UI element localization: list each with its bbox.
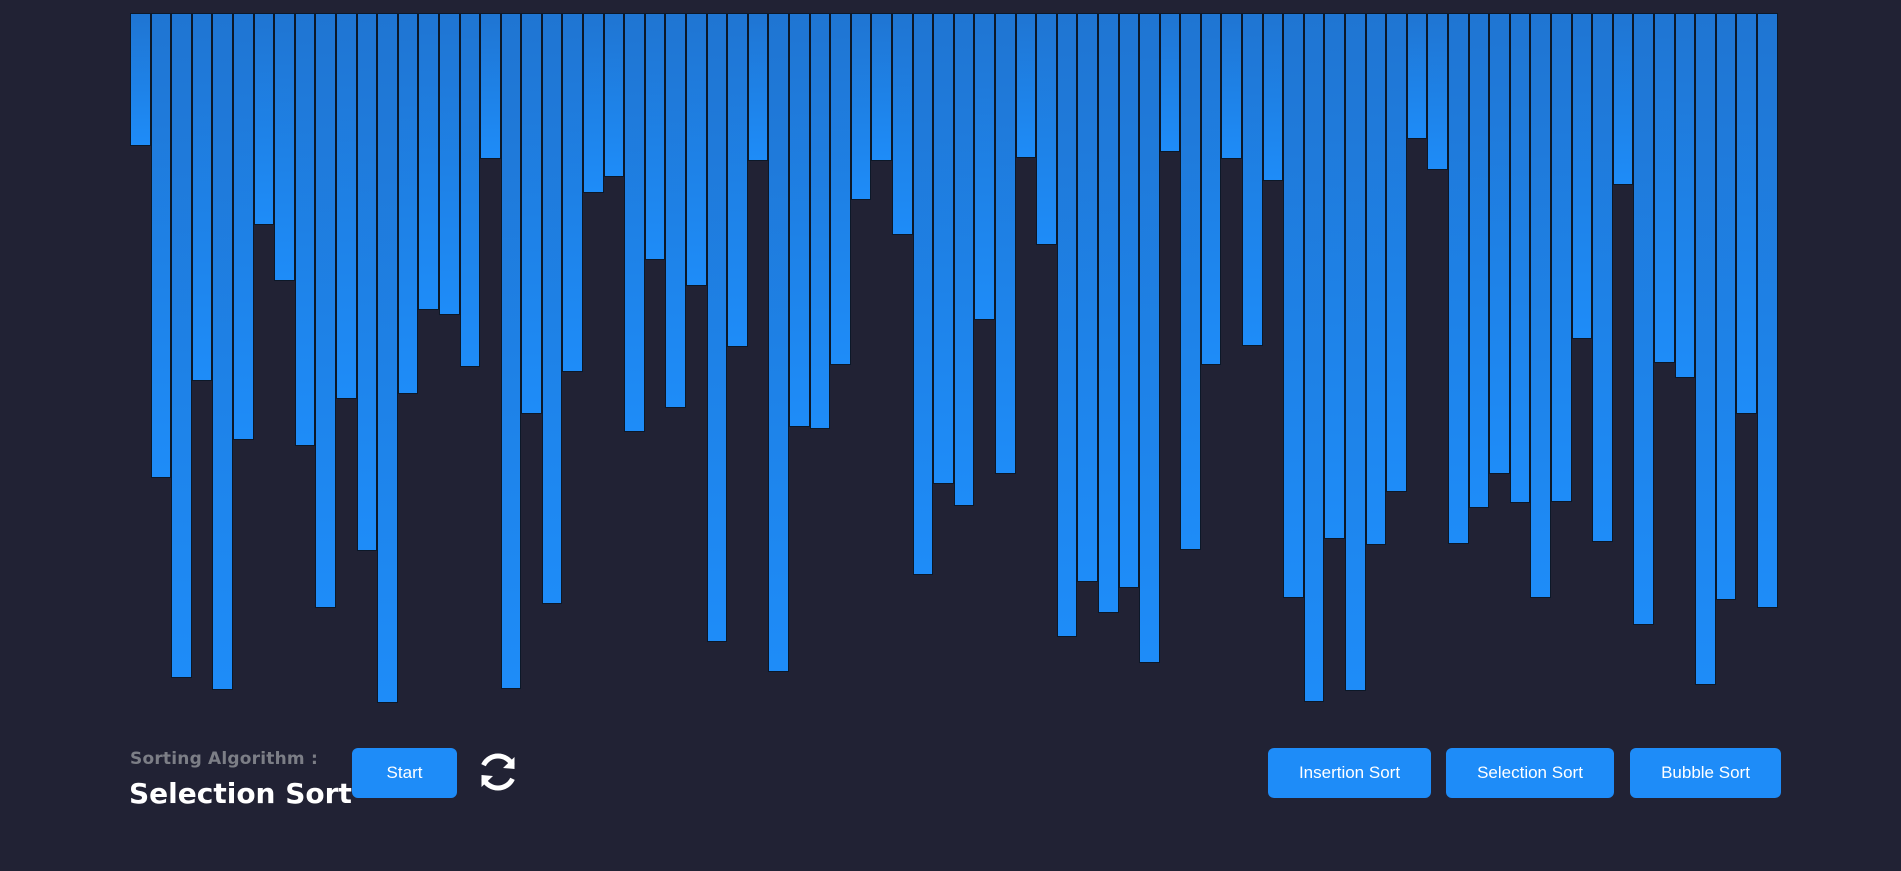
array-bar <box>994 13 1016 474</box>
array-bar <box>1756 13 1778 608</box>
array-bar <box>1715 13 1737 600</box>
array-bar <box>274 13 295 281</box>
array-bar <box>253 13 275 225</box>
refresh-icon[interactable] <box>474 748 522 796</box>
array-bar <box>1592 13 1613 542</box>
array-bar <box>562 13 584 372</box>
array-bar <box>789 13 810 427</box>
array-bar <box>891 13 913 235</box>
array-bar <box>1633 13 1654 625</box>
array-bars <box>130 13 1780 703</box>
array-bar <box>830 13 851 365</box>
array-bar <box>1139 13 1160 663</box>
array-bar <box>1324 13 1346 539</box>
array-bar <box>1736 13 1757 414</box>
array-bar <box>418 13 439 310</box>
array-bar <box>850 13 872 200</box>
selection-sort-button[interactable]: Selection Sort <box>1446 748 1614 798</box>
bubble-sort-button[interactable]: Bubble Sort <box>1630 748 1781 798</box>
array-bar <box>1303 13 1325 702</box>
array-bar <box>912 13 934 575</box>
array-bar <box>1077 13 1098 582</box>
array-bar <box>1509 13 1531 503</box>
array-bar <box>1159 13 1181 152</box>
array-bar <box>1674 13 1696 378</box>
array-bar <box>727 13 748 347</box>
array-bar <box>397 13 419 394</box>
array-bar <box>1242 13 1263 346</box>
array-bar <box>541 13 563 604</box>
array-bar <box>1571 13 1593 339</box>
array-bar <box>171 13 192 678</box>
array-bar <box>335 13 357 399</box>
array-bar <box>1365 13 1387 545</box>
array-bar <box>1118 13 1140 588</box>
array-bar <box>933 13 954 484</box>
array-bar <box>871 13 892 161</box>
array-bar <box>232 13 254 440</box>
array-bar <box>624 13 645 432</box>
array-bar <box>1056 13 1078 637</box>
array-bar <box>212 13 233 690</box>
array-bar <box>1097 13 1119 613</box>
array-bar <box>191 13 213 381</box>
array-bar <box>665 13 687 408</box>
algorithm-name: Selection Sort <box>129 777 352 810</box>
array-bar <box>1427 13 1448 170</box>
array-bar <box>1345 13 1366 691</box>
array-bar <box>1200 13 1222 365</box>
array-bar <box>500 13 522 689</box>
sorting-visualizer: Sorting Algorithm : Selection Sort Start… <box>0 0 1901 871</box>
insertion-sort-button[interactable]: Insertion Sort <box>1268 748 1431 798</box>
array-bar <box>1262 13 1284 181</box>
array-bar <box>1468 13 1490 508</box>
array-bar <box>1695 13 1716 685</box>
array-bar <box>480 13 501 159</box>
array-bar <box>1283 13 1304 598</box>
array-bar <box>768 13 789 672</box>
array-bar <box>706 13 728 642</box>
array-bar <box>521 13 542 414</box>
array-bar <box>1530 13 1551 598</box>
algorithm-label: Sorting Algorithm : <box>130 749 318 769</box>
array-bar <box>974 13 995 320</box>
array-bar <box>1036 13 1057 245</box>
control-bar: Sorting Algorithm : Selection Sort Start… <box>0 721 1901 871</box>
array-bar <box>1406 13 1428 139</box>
array-bar <box>686 13 707 286</box>
array-bar <box>356 13 378 551</box>
array-bar <box>747 13 769 161</box>
array-bar <box>1180 13 1201 550</box>
array-bar <box>130 13 151 146</box>
array-bar <box>1489 13 1510 474</box>
array-bar <box>1015 13 1037 158</box>
array-bar <box>644 13 666 260</box>
array-bar <box>438 13 460 315</box>
array-bar <box>377 13 398 703</box>
array-bar <box>459 13 481 367</box>
array-bar <box>603 13 625 177</box>
array-bar <box>1550 13 1572 502</box>
array-bar <box>1612 13 1634 185</box>
array-bar <box>315 13 336 608</box>
array-bar <box>1448 13 1469 544</box>
array-bar <box>1653 13 1675 363</box>
array-bar <box>953 13 975 506</box>
start-button[interactable]: Start <box>352 748 457 798</box>
array-bar <box>809 13 831 429</box>
array-bar <box>1386 13 1407 492</box>
array-bar <box>583 13 604 193</box>
array-bar <box>294 13 316 446</box>
array-bar <box>150 13 172 478</box>
array-bar <box>1221 13 1243 159</box>
